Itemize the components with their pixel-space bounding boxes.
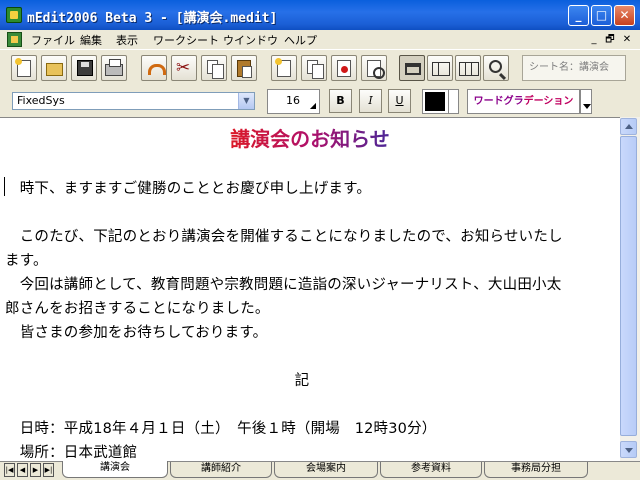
scroll-thumb[interactable] [620, 136, 637, 436]
undo-button[interactable] [141, 55, 167, 81]
italic-button[interactable]: I [359, 89, 382, 113]
single-view-button[interactable] [399, 55, 425, 81]
menu-help[interactable]: ヘルプ [284, 32, 317, 48]
scroll-up-button[interactable] [620, 118, 637, 135]
sheet-name-input[interactable]: シート名：講演会 [522, 55, 626, 81]
window-title: mEdit2006 Beta 3 - [講演会.medit] [27, 11, 278, 26]
next-sheet-button[interactable]: ▶ [30, 463, 41, 477]
chevron-down-icon[interactable]: ▼ [238, 93, 254, 109]
print-preview-button[interactable] [361, 55, 387, 81]
three-column-view-button[interactable] [455, 55, 481, 81]
menu-edit[interactable]: 編集 [80, 32, 102, 48]
cut-scissors-icon [176, 58, 191, 78]
underline-button[interactable]: U [388, 89, 411, 113]
prev-sheet-button[interactable]: ◀ [17, 463, 28, 477]
doc-line-datetime: 日時：平成18年４月１日（土） 午後１時（開場 12時30分） [5, 421, 437, 437]
menu-window[interactable]: ウインドウ [223, 32, 278, 48]
doc-line-venue: 場所：日本武道館 [5, 445, 138, 461]
tab-venue-guide[interactable]: 会場案内 [274, 462, 378, 478]
document-icon[interactable] [7, 32, 22, 47]
print-icon [105, 59, 123, 76]
paste-button[interactable] [231, 55, 257, 81]
print-preview-icon [367, 60, 385, 79]
doc-line: 時下、ますますご健勝のこととお慶び申し上げます。 [5, 181, 372, 197]
text-color-picker[interactable] [422, 89, 459, 114]
cut-button[interactable] [171, 55, 197, 81]
new-sheet-button[interactable] [271, 55, 297, 81]
bold-button[interactable]: B [329, 89, 352, 113]
tab-office-roles[interactable]: 事務局分担 [484, 462, 588, 478]
tab-lecturer-intro[interactable]: 講師紹介 [170, 462, 272, 478]
save-disk-icon [77, 60, 93, 76]
tab-reference[interactable]: 参考資料 [380, 462, 482, 478]
font-size-value: 16 [286, 94, 300, 107]
open-folder-icon [46, 63, 63, 76]
paste-icon [237, 60, 252, 78]
font-size-select[interactable]: 16 ◢ [267, 89, 320, 114]
first-sheet-button[interactable]: |◀ [4, 463, 15, 477]
new-button[interactable] [11, 55, 37, 81]
maximize-button[interactable]: □ [591, 5, 612, 26]
copy-sheet-icon [307, 60, 324, 79]
mdi-close-button[interactable]: ✕ [620, 33, 634, 46]
doc-line: 今回は講師として、教育問題や宗教問題に造詣の深いジャーナリスト、大山田小太 [5, 277, 562, 293]
two-column-view-icon [432, 62, 450, 76]
zoom-icon [489, 60, 502, 73]
menu-bar: ファイル 編集 表示 ワークシート ウインドウ ヘルプ _ 🗗 ✕ [0, 30, 640, 49]
mdi-restore-button[interactable]: 🗗 [603, 33, 617, 46]
delete-sheet-button[interactable] [331, 55, 357, 81]
two-column-view-button[interactable] [427, 55, 453, 81]
save-button[interactable] [71, 55, 97, 81]
scroll-down-button[interactable] [620, 441, 637, 458]
zoom-button[interactable] [483, 55, 509, 81]
sheet-tab-bar: |◀ ◀ ▶ ▶| 講演会 講師紹介 会場案内 参考資料 事務局分担 [0, 461, 640, 480]
menu-worksheet[interactable]: ワークシート [153, 32, 219, 48]
copy-button[interactable] [201, 55, 227, 81]
undo-icon [147, 60, 166, 77]
word-gradation-button[interactable]: ワードグラデーション [467, 89, 580, 114]
document-heading: 講演会のお知らせ [0, 123, 620, 152]
doc-line-ki: 記 [294, 373, 310, 389]
tab-lecture[interactable]: 講演会 [62, 461, 168, 478]
document-editor[interactable]: 講演会のお知らせ 時下、ますますご健勝のこととお慶び申し上げます。 このたび、下… [0, 117, 620, 461]
delete-sheet-icon [337, 60, 351, 77]
new-doc-icon [15, 58, 31, 77]
print-button[interactable] [101, 55, 127, 81]
font-name-value: FixedSys [17, 94, 65, 107]
close-button[interactable]: ✕ [614, 5, 635, 26]
dropdown-arrow-icon: ◢ [309, 101, 316, 110]
menu-view[interactable]: 表示 [116, 32, 138, 48]
minimize-button[interactable]: _ [568, 5, 589, 26]
menu-file[interactable]: ファイル [31, 32, 75, 48]
title-bar[interactable]: mEdit2006 Beta 3 - [講演会.medit] _ □ ✕ [0, 0, 640, 30]
doc-line: ます。 [5, 253, 48, 269]
open-button[interactable] [41, 55, 67, 81]
font-select[interactable]: FixedSys ▼ [12, 92, 255, 110]
copy-sheet-button[interactable] [301, 55, 327, 81]
doc-line: 皆さまの参加をお待ちしております。 [5, 325, 268, 341]
single-view-icon [405, 63, 421, 75]
gradation-dropdown-button[interactable] [580, 89, 592, 114]
copy-icon [207, 60, 224, 79]
mdi-minimize-button[interactable]: _ [587, 33, 601, 46]
new-sheet-icon [275, 58, 291, 77]
doc-line: 郎さんをお招きすることになりました。 [5, 301, 270, 317]
three-column-view-icon [459, 62, 479, 76]
doc-line: このたび、下記のとおり講演会を開催することになりましたので、お知らせいたし [5, 229, 563, 245]
vertical-scrollbar[interactable] [620, 117, 640, 461]
app-icon[interactable] [6, 7, 22, 23]
last-sheet-button[interactable]: ▶| [43, 463, 54, 477]
